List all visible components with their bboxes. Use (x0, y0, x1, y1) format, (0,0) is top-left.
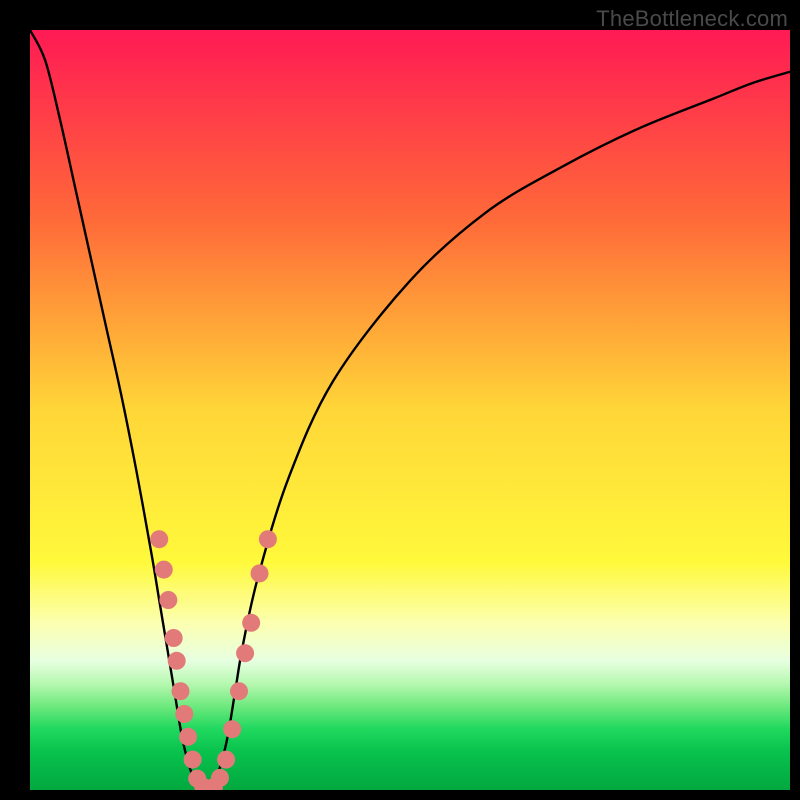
chart-frame: TheBottleneck.com (0, 0, 800, 800)
scatter-dot (175, 705, 193, 723)
scatter-dot (259, 530, 277, 548)
scatter-dot (230, 682, 248, 700)
scatter-dot (211, 769, 229, 787)
bottleneck-chart (30, 30, 790, 790)
plot-area (30, 30, 790, 790)
scatter-dot (150, 530, 168, 548)
scatter-dot (168, 652, 186, 670)
scatter-dot (223, 720, 241, 738)
scatter-dot (217, 751, 235, 769)
scatter-dot (171, 682, 189, 700)
scatter-dot (159, 591, 177, 609)
scatter-dot (179, 728, 197, 746)
scatter-dot (236, 644, 254, 662)
scatter-dot (155, 561, 173, 579)
scatter-dot (184, 751, 202, 769)
scatter-dot (251, 564, 269, 582)
scatter-dot (165, 629, 183, 647)
scatter-dot (242, 614, 260, 632)
gradient-background (30, 30, 790, 790)
watermark-text: TheBottleneck.com (596, 6, 788, 32)
